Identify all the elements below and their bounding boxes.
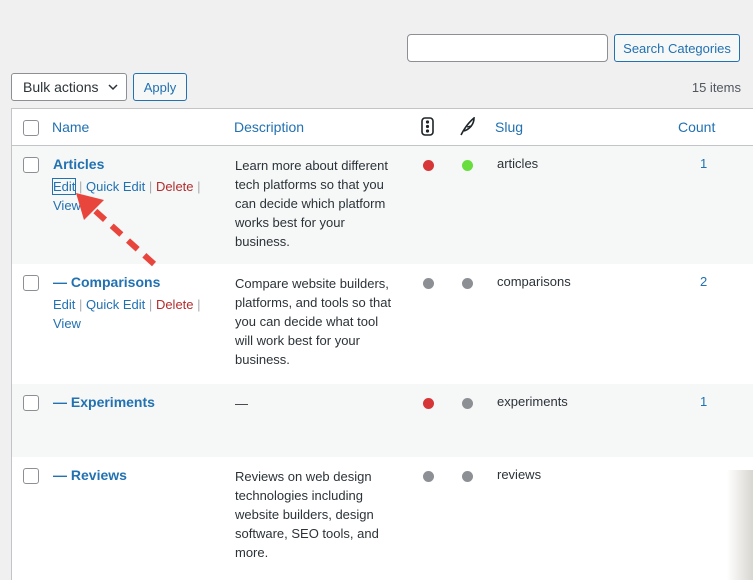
quick-edit-link[interactable]: Quick Edit (86, 297, 145, 312)
post-count-link[interactable]: 2 (700, 274, 707, 289)
bulk-actions-select[interactable]: Bulk actions (11, 73, 127, 101)
category-description: Reviews on web design technologies inclu… (235, 467, 407, 562)
description-line: Reviews on web design (235, 469, 372, 484)
description-line: website builders, design (235, 507, 374, 522)
separator: | (148, 297, 153, 312)
category-description: — (235, 394, 407, 413)
description-line: Learn more about different (235, 158, 388, 173)
separator: | (79, 297, 83, 312)
row-checkbox[interactable] (23, 157, 39, 173)
separator: | (197, 297, 201, 312)
screen-edge-shadow (727, 470, 753, 580)
table-row: — Reviews Reviews on web design technolo… (12, 457, 753, 580)
row-actions: Edit | Quick Edit | Delete | View (53, 295, 213, 333)
view-link[interactable]: View (53, 316, 81, 331)
feather-icon (460, 117, 475, 136)
search-categories-button[interactable]: Search Categories (614, 34, 740, 62)
description-line: will work best for your (235, 333, 360, 348)
column-slug[interactable]: Slug (495, 119, 523, 135)
status-dot (423, 160, 434, 171)
search-input[interactable] (407, 34, 608, 62)
category-name-link[interactable]: Articles (53, 156, 104, 172)
row-checkbox[interactable] (23, 275, 39, 291)
table-header: Name Description Slug Count (12, 109, 753, 146)
select-all-checkbox[interactable] (23, 120, 39, 136)
description-line: can decide which platform (235, 196, 386, 211)
status-dot (423, 398, 434, 409)
description-line: — (235, 396, 248, 411)
description-line: business. (235, 234, 290, 249)
table-row: — Experiments — experiments 1 (12, 384, 753, 457)
seo-dot (462, 471, 473, 482)
annotation-arrow-icon (76, 193, 157, 267)
category-name-link[interactable]: — Experiments (53, 394, 155, 410)
row-checkbox[interactable] (23, 468, 39, 484)
bulk-actions-selected: Bulk actions (23, 79, 99, 95)
category-description: Compare website builders, platforms, and… (235, 274, 407, 369)
category-slug: comparisons (497, 274, 571, 289)
status-dot (423, 278, 434, 289)
row-checkbox[interactable] (23, 395, 39, 411)
separator: | (197, 179, 201, 194)
category-slug: reviews (497, 467, 542, 482)
description-line: tech platforms so that you (235, 177, 384, 192)
description-line: technologies including (235, 488, 363, 503)
status-dot (423, 471, 434, 482)
description-line: business. (235, 352, 290, 367)
chevron-down-icon (108, 84, 118, 91)
traffic-light-icon (421, 117, 434, 136)
seo-dot (462, 160, 473, 171)
column-description[interactable]: Description (234, 119, 304, 135)
edit-link[interactable]: Edit (53, 297, 75, 312)
description-line: platforms, and tools so that (235, 295, 392, 310)
apply-button[interactable]: Apply (133, 73, 187, 101)
column-count[interactable]: Count (678, 119, 715, 135)
seo-dot (462, 278, 473, 289)
seo-dot (462, 398, 473, 409)
category-description: Learn more about different tech platform… (235, 156, 407, 251)
post-count-link[interactable]: 1 (700, 394, 707, 409)
categories-table: Name Description Slug Count Articles Edi… (11, 108, 753, 580)
post-count-link[interactable]: 1 (700, 156, 707, 171)
search-box: Search Categories (407, 34, 740, 62)
description-line: Compare website builders, (235, 276, 389, 291)
category-name-link[interactable]: — Comparisons (53, 274, 160, 290)
table-row: — Comparisons Edit | Quick Edit | Delete… (12, 264, 753, 384)
description-line: you can decide what tool (235, 314, 379, 329)
category-slug: experiments (497, 394, 568, 409)
category-slug: articles (497, 156, 539, 171)
delete-link[interactable]: Delete (156, 297, 194, 312)
description-line: software, SEO tools, and (235, 526, 379, 541)
description-line: works best for your (235, 215, 345, 230)
column-name[interactable]: Name (52, 119, 89, 135)
category-name-link[interactable]: — Reviews (53, 467, 127, 483)
bulk-actions-bar: Bulk actions Apply (11, 73, 187, 101)
items-count: 15 items (691, 80, 741, 95)
description-line: more. (235, 545, 269, 560)
